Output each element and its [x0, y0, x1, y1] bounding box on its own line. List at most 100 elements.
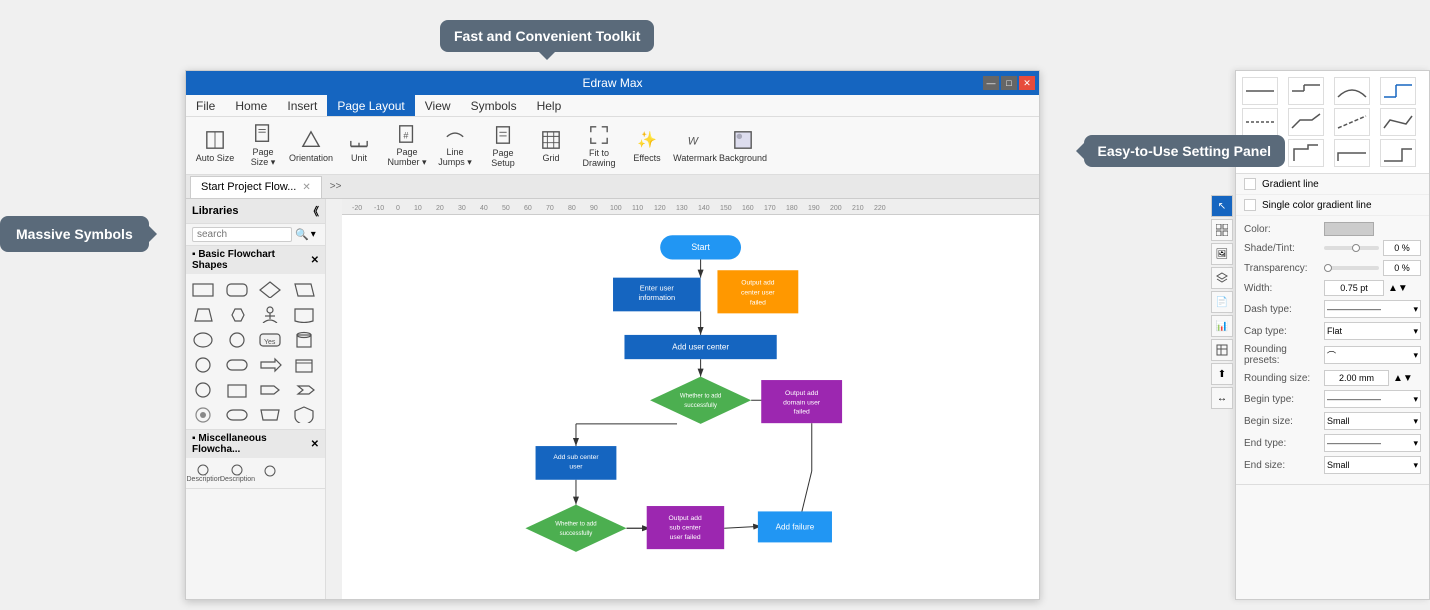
- shape-data-store[interactable]: [291, 353, 319, 375]
- btn-fit-to-drawing[interactable]: Fit to Drawing: [576, 121, 622, 171]
- end-type-dropdown[interactable]: ——————▾: [1324, 434, 1421, 452]
- shape-circle-sm[interactable]: [190, 353, 218, 375]
- btn-effects[interactable]: ✨ Effects: [624, 121, 670, 171]
- btn-background[interactable]: Background: [720, 121, 766, 171]
- misc-flowchart-header[interactable]: ▪ Miscellaneous Flowcha... ✕: [186, 430, 325, 458]
- transparency-spinbox[interactable]: 0 %: [1383, 260, 1421, 276]
- shape-rect2[interactable]: [224, 378, 252, 400]
- shade-slider-thumb[interactable]: [1352, 244, 1360, 252]
- maximize-button[interactable]: □: [1001, 76, 1017, 90]
- shape-chevron[interactable]: [291, 378, 319, 400]
- menu-home[interactable]: Home: [225, 95, 277, 116]
- side-icon-export[interactable]: ⬆: [1211, 363, 1233, 385]
- transparency-slider[interactable]: [1324, 266, 1379, 270]
- misc-shape-2[interactable]: Description: [224, 462, 252, 484]
- conn-thumb-1[interactable]: [1242, 77, 1278, 105]
- rounding-presets-dropdown[interactable]: ⌒▾: [1324, 346, 1421, 364]
- shape-document[interactable]: [291, 303, 319, 325]
- shade-slider-track[interactable]: [1324, 246, 1379, 250]
- tab-more-button[interactable]: >>: [326, 181, 346, 192]
- close-button[interactable]: ✕: [1019, 76, 1035, 90]
- shape-pent-arrow[interactable]: [257, 378, 285, 400]
- conn-thumb-6[interactable]: [1288, 108, 1324, 136]
- rounding-size-spinbox[interactable]: 2.00 mm: [1324, 370, 1389, 386]
- tab-start-project[interactable]: Start Project Flow... ✕: [190, 176, 322, 198]
- shade-spinbox[interactable]: 0 %: [1383, 240, 1421, 256]
- shape-arrow-right[interactable]: [257, 353, 285, 375]
- rounding-size-stepper[interactable]: ▲▼: [1393, 373, 1413, 384]
- side-icon-grid[interactable]: [1211, 219, 1233, 241]
- conn-thumb-5[interactable]: [1242, 108, 1278, 136]
- conn-thumb-11[interactable]: [1334, 139, 1370, 167]
- shape-parallelogram[interactable]: [291, 278, 319, 300]
- basic-flowchart-close[interactable]: ✕: [311, 255, 319, 266]
- color-swatch[interactable]: [1324, 222, 1374, 236]
- minimize-button[interactable]: —: [983, 76, 999, 90]
- conn-thumb-4[interactable]: [1380, 77, 1416, 105]
- menu-insert[interactable]: Insert: [277, 95, 327, 116]
- begin-size-dropdown[interactable]: Small▾: [1324, 412, 1421, 430]
- shape-yes-tag[interactable]: Yes: [257, 328, 285, 350]
- transparency-thumb[interactable]: [1324, 264, 1332, 272]
- btn-page-size[interactable]: Page Size ▾: [240, 121, 286, 171]
- misc-shape-1[interactable]: Description: [190, 462, 218, 484]
- shape-diamond[interactable]: [257, 278, 285, 300]
- drawing-canvas[interactable]: Start Enter user information Output add …: [342, 215, 1039, 599]
- shape-round-rect[interactable]: [224, 278, 252, 300]
- menu-symbols[interactable]: Symbols: [461, 95, 527, 116]
- search-icon[interactable]: 🔍: [295, 228, 309, 241]
- conn-thumb-3[interactable]: [1334, 77, 1370, 105]
- shape-trapezoid[interactable]: [190, 303, 218, 325]
- tab-close-button[interactable]: ✕: [302, 182, 310, 193]
- cap-dropdown[interactable]: Flat▾: [1324, 322, 1421, 340]
- single-color-check[interactable]: [1244, 199, 1256, 211]
- shape-cylinder[interactable]: [291, 328, 319, 350]
- menu-file[interactable]: File: [186, 95, 225, 116]
- menu-help[interactable]: Help: [527, 95, 572, 116]
- btn-page-setup[interactable]: Page Setup: [480, 121, 526, 171]
- libraries-collapse[interactable]: 《: [308, 203, 319, 219]
- side-icon-image[interactable]: 🖼: [1211, 243, 1233, 265]
- side-icon-table[interactable]: [1211, 339, 1233, 361]
- btn-line-jumps[interactable]: Line Jumps ▾: [432, 121, 478, 171]
- misc-flowchart-close[interactable]: ✕: [311, 439, 319, 450]
- btn-grid[interactable]: Grid: [528, 121, 574, 171]
- search-input[interactable]: [192, 227, 292, 242]
- btn-watermark[interactable]: W Watermark: [672, 121, 718, 171]
- btn-page-number[interactable]: # Page Number ▾: [384, 121, 430, 171]
- btn-orientation[interactable]: Orientation: [288, 121, 334, 171]
- side-icon-arrows[interactable]: ↔: [1211, 387, 1233, 409]
- btn-auto-size[interactable]: Auto Size: [192, 121, 238, 171]
- conn-thumb-12[interactable]: [1380, 139, 1416, 167]
- side-icon-layers[interactable]: [1211, 267, 1233, 289]
- shape-shield[interactable]: [291, 403, 319, 425]
- search-filter-icon[interactable]: ▾: [311, 229, 316, 240]
- shape-rounded-rect2[interactable]: [224, 353, 252, 375]
- side-icon-pointer[interactable]: ↖: [1211, 195, 1233, 217]
- btn-unit[interactable]: Unit: [336, 121, 382, 171]
- side-icon-chart[interactable]: 📊: [1211, 315, 1233, 337]
- shape-radio[interactable]: [190, 403, 218, 425]
- conn-thumb-8[interactable]: [1380, 108, 1416, 136]
- shape-trapezoid2[interactable]: [257, 403, 285, 425]
- shape-ellipse[interactable]: [190, 328, 218, 350]
- end-size-dropdown[interactable]: Small▾: [1324, 456, 1421, 474]
- dash-dropdown[interactable]: ——————▾: [1324, 300, 1421, 318]
- side-icon-doc[interactable]: 📄: [1211, 291, 1233, 313]
- conn-thumb-7[interactable]: [1334, 108, 1370, 136]
- width-spinbox[interactable]: 0.75 pt: [1324, 280, 1384, 296]
- canvas-area[interactable]: -20 -10 0 10 20 30 40 50 60 70 80 90 100…: [326, 199, 1039, 599]
- shape-rect[interactable]: [190, 278, 218, 300]
- shape-circle[interactable]: [224, 328, 252, 350]
- shape-rounded-rect3[interactable]: [224, 403, 252, 425]
- misc-shape-3[interactable]: [257, 462, 285, 484]
- begin-type-dropdown[interactable]: ——————▾: [1324, 390, 1421, 408]
- conn-thumb-10[interactable]: [1288, 139, 1324, 167]
- menu-page-layout[interactable]: Page Layout: [327, 95, 414, 116]
- shape-person[interactable]: [257, 303, 285, 325]
- menu-view[interactable]: View: [415, 95, 461, 116]
- shape-circle2[interactable]: [190, 378, 218, 400]
- shape-hexagon[interactable]: [224, 303, 252, 325]
- width-stepper[interactable]: ▲▼: [1388, 283, 1408, 294]
- gradient-line-check[interactable]: [1244, 178, 1256, 190]
